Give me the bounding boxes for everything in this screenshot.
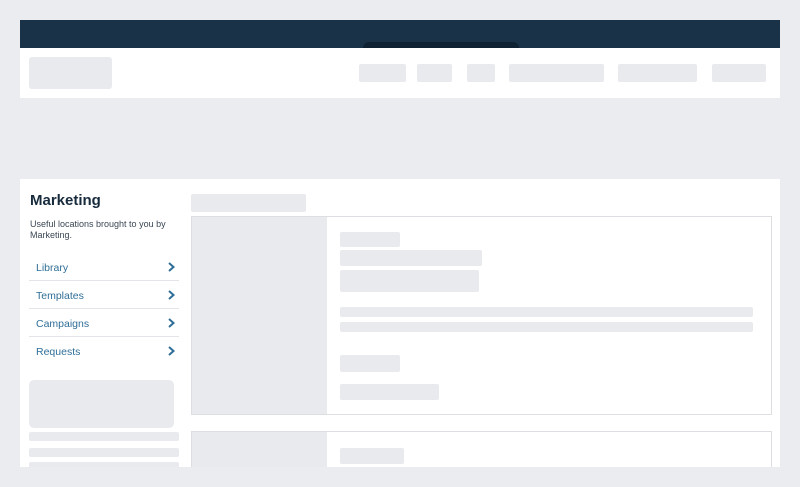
chevron-right-icon	[168, 262, 176, 272]
sidebar-description: Useful locations brought to you by Marke…	[30, 219, 166, 240]
content-card[interactable]	[191, 431, 772, 467]
card-title-placeholder-2	[340, 270, 479, 292]
card-link-placeholder[interactable]	[340, 384, 439, 400]
sidebar-nav: Library Templates Campaigns Requests	[29, 253, 179, 364]
sidebar-item-label: Library	[36, 262, 69, 274]
card-title-placeholder-1	[340, 250, 482, 266]
logo-placeholder[interactable]	[29, 57, 112, 89]
sidebar-item-label: Templates	[36, 290, 84, 302]
nav-link-placeholder-1[interactable]	[359, 64, 406, 82]
nav-link-placeholder-5[interactable]	[618, 64, 697, 82]
sidebar-line-placeholder-2	[29, 448, 179, 457]
content-heading-placeholder	[191, 194, 306, 212]
card-tag-placeholder	[340, 232, 400, 247]
top-bar	[20, 20, 780, 48]
chevron-right-icon	[168, 318, 176, 328]
sidebar-line-placeholder-3	[29, 462, 179, 467]
chevron-right-icon	[168, 346, 176, 356]
card-text-placeholder-2	[340, 322, 753, 332]
nav-link-placeholder-6[interactable]	[712, 64, 766, 82]
card-image-placeholder	[192, 432, 327, 467]
sidebar-item-label: Campaigns	[36, 318, 90, 330]
card-text-placeholder-1	[340, 307, 753, 317]
nav-link-placeholder-2[interactable]	[417, 64, 452, 82]
sidebar-title: Marketing	[30, 192, 101, 209]
card-image-placeholder	[192, 217, 327, 414]
sidebar-item-templates[interactable]: Templates	[29, 281, 179, 309]
nav-link-placeholder-4[interactable]	[509, 64, 604, 82]
content-card[interactable]	[191, 216, 772, 415]
sidebar-line-placeholder-1	[29, 432, 179, 441]
main-panel: Marketing Useful locations brought to yo…	[20, 179, 780, 467]
sidebar-item-label: Requests	[36, 346, 81, 358]
card-tag-placeholder	[340, 448, 404, 464]
sidebar-block-placeholder	[29, 380, 174, 428]
site-header	[20, 48, 780, 98]
card-meta-placeholder	[340, 355, 400, 372]
sidebar-item-requests[interactable]: Requests	[29, 337, 179, 364]
sidebar-item-library[interactable]: Library	[29, 253, 179, 281]
sidebar-item-campaigns[interactable]: Campaigns	[29, 309, 179, 337]
nav-link-placeholder-3[interactable]	[467, 64, 495, 82]
chevron-right-icon	[168, 290, 176, 300]
